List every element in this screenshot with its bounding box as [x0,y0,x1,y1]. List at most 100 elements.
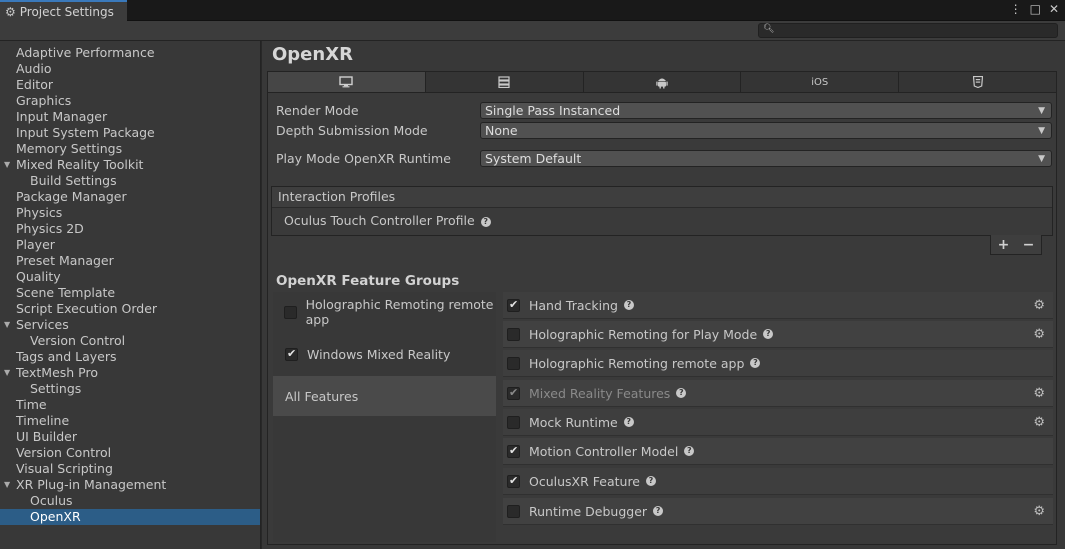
sidebar-item[interactable]: Script Execution Order [0,301,260,317]
feature-row[interactable]: Hand Tracking? ⚙ [503,292,1053,319]
sidebar-item[interactable]: Input System Package [0,125,260,141]
feature-checkbox[interactable] [507,504,520,518]
feature-row[interactable]: OculusXR Feature? [503,468,1053,495]
sidebar-item-label: Package Manager [16,189,127,204]
feature-checkbox[interactable] [507,327,520,341]
sidebar-item-label: Script Execution Order [16,301,158,316]
sidebar-item[interactable]: Timeline [0,413,260,429]
sidebar-item[interactable]: Editor [0,77,260,93]
feature-group-all-features[interactable]: All Features [273,376,496,416]
gear-icon[interactable]: ⚙ [1033,327,1045,342]
help-icon[interactable]: ? [763,329,774,339]
sidebar-item[interactable]: Package Manager [0,189,260,205]
list-footer: + − [990,235,1042,255]
search-input[interactable] [775,24,1055,37]
help-icon[interactable]: ? [676,388,687,398]
search-box[interactable]: 🔍︎ [758,23,1058,38]
feature-group-label: Holographic Remoting remote app [305,297,494,327]
sidebar-item[interactable]: Tags and Layers [0,349,260,365]
feature-row[interactable]: Runtime Debugger? ⚙ [503,498,1053,525]
close-icon[interactable]: ✕ [1049,2,1059,16]
sidebar-item[interactable]: Quality [0,269,260,285]
gear-icon[interactable]: ⚙ [1033,386,1045,401]
sidebar-item[interactable]: Graphics [0,93,260,109]
feature-row[interactable]: Mixed Reality Features? ⚙ [503,380,1053,407]
gear-icon[interactable]: ⚙ [1033,298,1045,313]
remove-profile-button[interactable]: − [1023,237,1035,253]
feature-label: Motion Controller Model [529,443,679,459]
sidebar-item[interactable]: UI Builder [0,429,260,445]
sidebar-item[interactable]: Preset Manager [0,253,260,269]
sidebar-item[interactable]: ▼ Mixed Reality Toolkit [0,157,260,173]
sidebar-item[interactable]: Memory Settings [0,141,260,157]
sidebar-item[interactable]: ▼ XR Plug-in Management [0,477,260,493]
feature-checkbox[interactable] [507,298,520,312]
sidebar-item[interactable]: ▼ TextMesh Pro [0,365,260,381]
maximize-icon[interactable]: □ [1030,2,1041,16]
render-mode-row: Render Mode Single Pass Instanced ▼ [276,102,1052,120]
help-icon[interactable]: ? [653,506,664,516]
tab-ios[interactable]: iOS [741,72,900,92]
add-profile-button[interactable]: + [998,237,1010,253]
feature-group-checkbox[interactable] [283,305,297,319]
chevron-down-icon: ▼ [1038,154,1045,164]
window-tab-project-settings[interactable]: ⚙ Project Settings [0,0,127,21]
tab-webgl[interactable] [899,72,1056,92]
sidebar-item[interactable]: Input Manager [0,109,260,125]
sidebar-item-label: XR Plug-in Management [16,477,167,492]
feature-checkbox[interactable] [507,356,520,370]
title-bar: ⚙ Project Settings ⋮ □ ✕ [0,0,1065,21]
foldout-arrow-icon[interactable]: ▼ [4,477,10,493]
sidebar-item[interactable]: Scene Template [0,285,260,301]
depth-submission-dropdown[interactable]: None ▼ [480,122,1052,139]
sidebar-item[interactable]: Player [0,237,260,253]
feature-row[interactable]: Motion Controller Model? [503,438,1053,465]
foldout-arrow-icon[interactable]: ▼ [4,365,10,381]
sidebar-item[interactable]: Time [0,397,260,413]
html5-icon [972,76,983,88]
sidebar-item[interactable]: Build Settings [0,173,260,189]
server-icon [498,76,510,88]
feature-group-windows-mixed-reality[interactable]: Windows Mixed Reality [273,334,496,374]
gear-icon[interactable]: ⚙ [1033,415,1045,430]
sidebar-item[interactable]: ▼ Services [0,317,260,333]
sidebar-item[interactable]: Physics 2D [0,221,260,237]
feature-row[interactable]: Mock Runtime? ⚙ [503,409,1053,436]
sidebar-item[interactable]: Version Control [0,445,260,461]
tab-standalone[interactable] [268,72,426,92]
gear-icon[interactable]: ⚙ [1033,504,1045,519]
play-mode-runtime-dropdown[interactable]: System Default ▼ [480,150,1052,167]
feature-checkbox[interactable] [507,444,520,458]
sidebar-item[interactable]: OpenXR [0,509,260,525]
tab-android[interactable] [583,72,742,92]
sidebar-item[interactable]: Visual Scripting [0,461,260,477]
sidebar-item-label: Tags and Layers [16,349,117,364]
sidebar-item[interactable]: Settings [0,381,260,397]
help-icon[interactable]: ? [623,300,634,310]
help-icon[interactable]: ? [750,358,761,368]
render-mode-dropdown[interactable]: Single Pass Instanced ▼ [480,102,1052,119]
sidebar-item[interactable]: Oculus [0,493,260,509]
sidebar-item[interactable]: Version Control [0,333,260,349]
help-icon[interactable]: ? [480,217,491,227]
feature-row[interactable]: Holographic Remoting for Play Mode? ⚙ [503,321,1053,348]
help-icon[interactable]: ? [623,417,634,427]
foldout-arrow-icon[interactable]: ▼ [4,157,10,173]
feature-group-holographic-remoting[interactable]: Holographic Remoting remote app [273,292,496,332]
sidebar-item[interactable]: Adaptive Performance [0,45,260,61]
feature-label: Mock Runtime [529,414,618,430]
foldout-arrow-icon[interactable]: ▼ [4,317,10,333]
list-item[interactable]: Oculus Touch Controller Profile? [272,208,1052,234]
feature-row[interactable]: Holographic Remoting remote app? [503,350,1053,377]
help-icon[interactable]: ? [684,446,695,456]
feature-checkbox[interactable] [507,474,520,488]
feature-checkbox[interactable] [507,386,520,400]
feature-checkbox[interactable] [507,415,520,429]
more-options-icon[interactable]: ⋮ [1010,2,1022,16]
tab-server[interactable] [425,72,584,92]
feature-group-checkbox[interactable] [285,347,298,361]
sidebar-item[interactable]: Physics [0,205,260,221]
desktop-icon [339,76,354,88]
sidebar-item[interactable]: Audio [0,61,260,77]
help-icon[interactable]: ? [646,476,656,486]
